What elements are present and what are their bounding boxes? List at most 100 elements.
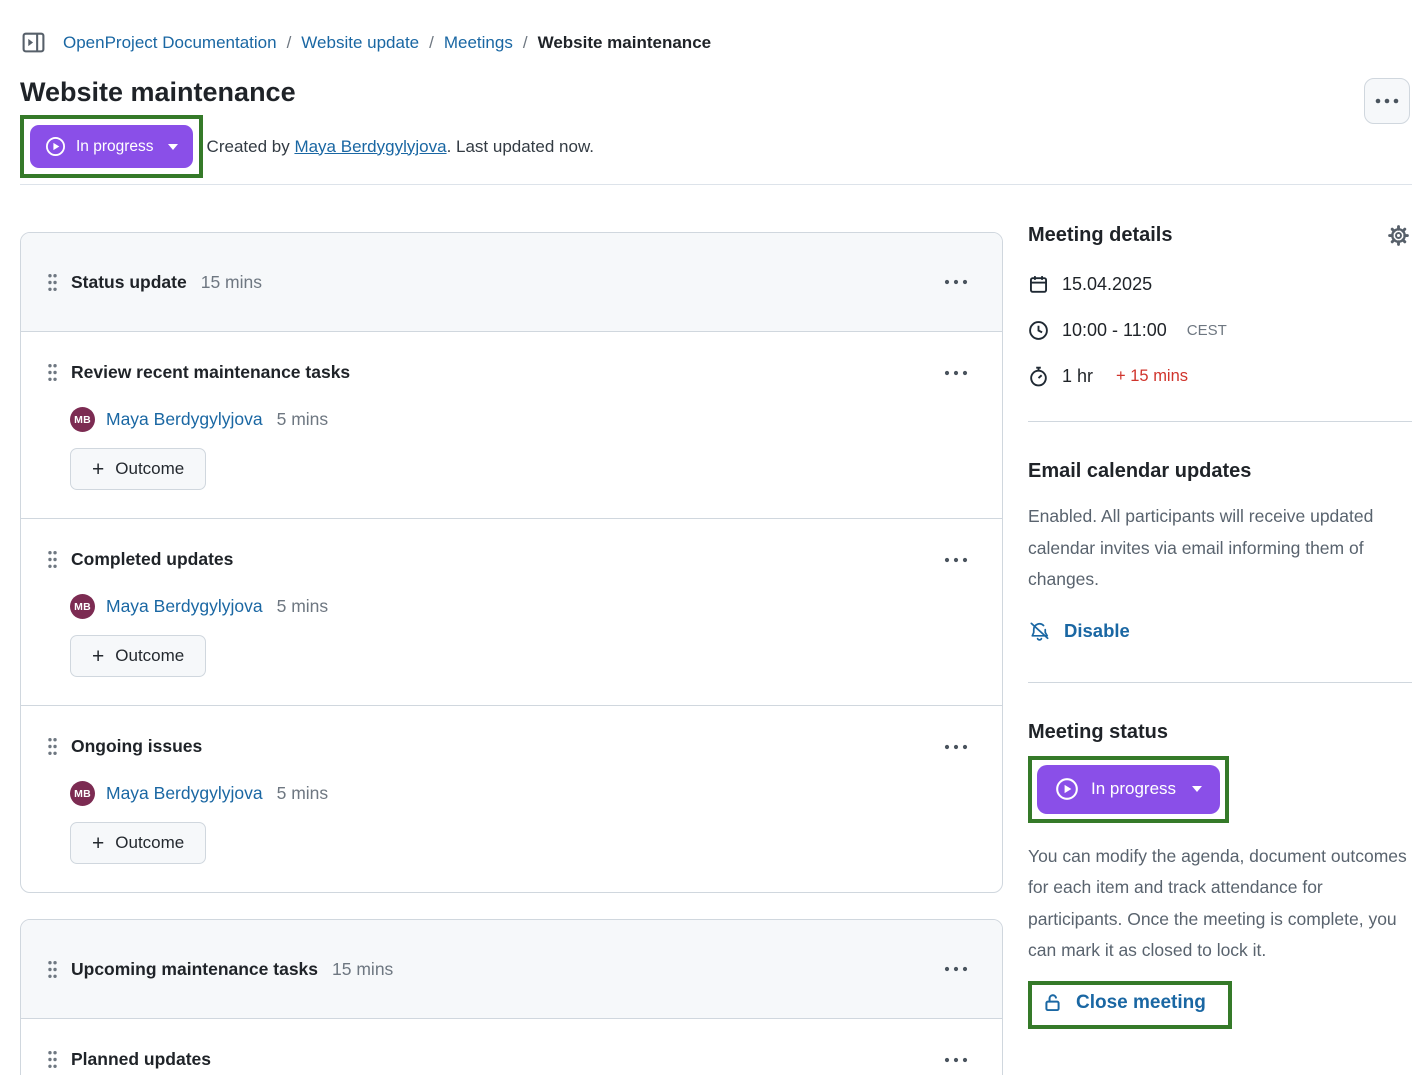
meeting-date: 15.04.2025 [1062, 274, 1152, 295]
meeting-page: OpenProject Documentation / Website upda… [0, 0, 1428, 1075]
close-meeting-button[interactable]: Close meeting [1042, 992, 1206, 1014]
agenda-section-title: Upcoming maintenance tasks [71, 959, 318, 980]
item-duration: 5 mins [277, 409, 329, 430]
item-more-button[interactable] [938, 738, 974, 756]
updated-note: . Last updated now. [447, 137, 594, 156]
item-more-button[interactable] [938, 551, 974, 569]
meeting-overtime: + 15 mins [1116, 367, 1188, 386]
drag-handle-icon[interactable] [47, 273, 58, 292]
drag-handle-icon[interactable] [47, 960, 58, 979]
drag-handle-icon[interactable] [47, 737, 58, 756]
clock-icon [1028, 320, 1049, 341]
item-more-button[interactable] [938, 364, 974, 382]
agenda-item: Review recent maintenance tasks MB Maya … [21, 332, 1002, 518]
avatar: MB [70, 781, 95, 806]
avatar: MB [70, 407, 95, 432]
meeting-details-settings-button[interactable] [1385, 222, 1412, 249]
breadcrumb: OpenProject Documentation / Website upda… [20, 0, 1412, 55]
meeting-duration: 1 hr [1062, 366, 1093, 387]
meeting-sidebar: Meeting details [1028, 222, 1412, 1029]
breadcrumb-link-website-update[interactable]: Website update [301, 33, 419, 53]
plus-icon: + [92, 833, 104, 854]
annotation-box-close-meeting: Close meeting [1028, 981, 1232, 1030]
meeting-details-heading: Meeting details [1028, 224, 1172, 247]
agenda-section-card: Status update 15 mins [20, 232, 1003, 893]
breadcrumb-link-meetings[interactable]: Meetings [444, 33, 513, 53]
agenda-section-header: Status update 15 mins [21, 233, 1002, 332]
created-by-label: Created by [207, 137, 295, 156]
agenda-section-header: Upcoming maintenance tasks 15 mins [21, 920, 1002, 1019]
chevron-down-icon [168, 144, 178, 150]
email-updates-description: Enabled. All participants will receive u… [1028, 501, 1412, 596]
play-circle-icon [1055, 777, 1079, 801]
meeting-duration-row: 1 hr + 15 mins [1028, 366, 1412, 387]
section-more-button[interactable] [938, 960, 974, 978]
presenter-link[interactable]: Maya Berdygylyjova [106, 409, 263, 430]
section-more-button[interactable] [938, 273, 974, 291]
outcome-button-label: Outcome [115, 833, 184, 853]
plus-icon: + [92, 646, 104, 667]
breadcrumb-separator: / [287, 33, 292, 53]
meeting-time-row: 10:00 - 11:00 CEST [1028, 320, 1412, 341]
agenda-section-card: Upcoming maintenance tasks 15 mins [20, 919, 1003, 1075]
add-outcome-button[interactable]: + Outcome [70, 635, 206, 677]
meeting-more-button[interactable] [1364, 78, 1410, 124]
disable-email-updates-button[interactable]: Disable [1028, 620, 1130, 643]
presenter-link[interactable]: Maya Berdygylyjova [106, 783, 263, 804]
meeting-timezone: CEST [1187, 322, 1227, 339]
agenda-item: Ongoing issues MB Maya Berdygylyjova 5 m… [21, 705, 1002, 892]
lock-open-icon [1042, 992, 1063, 1013]
meeting-status-heading: Meeting status [1028, 721, 1412, 744]
agenda-item-title: Completed updates [71, 549, 233, 570]
breadcrumb-separator: / [429, 33, 434, 53]
meeting-time-range: 10:00 - 11:00 [1062, 320, 1167, 341]
agenda-section-duration: 15 mins [332, 959, 393, 980]
meeting-date-row: 15.04.2025 [1028, 274, 1412, 295]
agenda-item-title: Ongoing issues [71, 736, 202, 757]
presenter-link[interactable]: Maya Berdygylyjova [106, 596, 263, 617]
agenda-item: Planned updates [21, 1019, 1002, 1075]
drag-handle-icon[interactable] [47, 363, 58, 382]
drag-handle-icon[interactable] [47, 1050, 58, 1069]
page-title: Website maintenance [20, 75, 1412, 109]
item-more-button[interactable] [938, 1051, 974, 1069]
annotation-box-status-sidebar: In progress [1028, 756, 1229, 823]
agenda-item: Completed updates MB Maya Berdygylyjova … [21, 518, 1002, 705]
drag-handle-icon[interactable] [47, 550, 58, 569]
add-outcome-button[interactable]: + Outcome [70, 822, 206, 864]
play-circle-icon [45, 136, 66, 157]
outcome-button-label: Outcome [115, 459, 184, 479]
add-outcome-button[interactable]: + Outcome [70, 448, 206, 490]
breadcrumb-separator: / [523, 33, 528, 53]
status-button-label: In progress [76, 138, 154, 156]
created-line: Created by Maya Berdygylyjova. Last upda… [207, 137, 594, 157]
sidebar-divider [1028, 682, 1412, 683]
item-duration: 5 mins [277, 783, 329, 804]
stopwatch-icon [1028, 366, 1049, 387]
sidebar-divider [1028, 421, 1412, 422]
agenda-column: Status update 15 mins [20, 232, 1003, 1075]
item-duration: 5 mins [277, 596, 329, 617]
avatar: MB [70, 594, 95, 619]
status-button-label: In progress [1091, 779, 1176, 799]
calendar-icon [1028, 274, 1049, 295]
author-link[interactable]: Maya Berdygylyjova [294, 137, 446, 156]
gear-icon [1387, 224, 1410, 247]
agenda-item-title: Planned updates [71, 1049, 211, 1070]
meeting-status-row: In progress Created by Maya Berdygylyjov… [20, 115, 1412, 178]
outcome-button-label: Outcome [115, 646, 184, 666]
breadcrumb-link-project[interactable]: OpenProject Documentation [63, 33, 277, 53]
sidebar-expand-icon[interactable] [20, 30, 47, 55]
annotation-box-status-header: In progress [20, 115, 203, 178]
bell-slash-icon [1028, 620, 1051, 643]
header-divider [20, 184, 1412, 185]
meeting-status-description: You can modify the agenda, document outc… [1028, 841, 1412, 967]
chevron-down-icon [1192, 786, 1202, 792]
plus-icon: + [92, 459, 104, 480]
status-dropdown-button[interactable]: In progress [30, 125, 193, 168]
agenda-section-duration: 15 mins [201, 272, 262, 293]
status-dropdown-button-sidebar[interactable]: In progress [1037, 765, 1220, 814]
agenda-item-title: Review recent maintenance tasks [71, 362, 350, 383]
more-horizontal-icon [1374, 97, 1400, 105]
close-meeting-label: Close meeting [1076, 992, 1206, 1014]
